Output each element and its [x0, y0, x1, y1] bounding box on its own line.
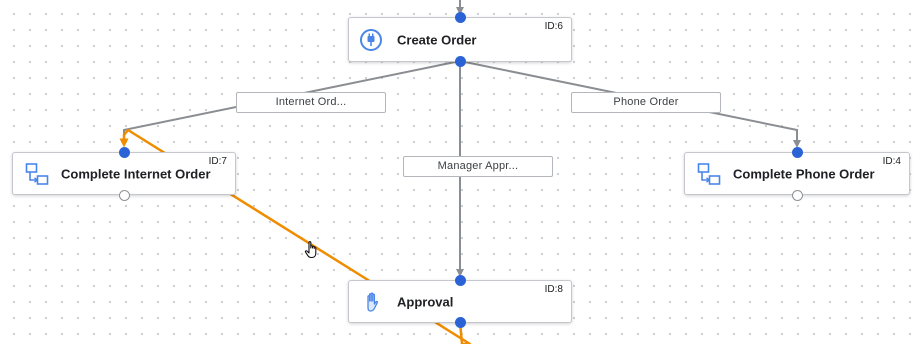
node-title: Create Order [397, 32, 477, 47]
hand-pointer-icon [304, 241, 317, 259]
workflow-canvas[interactable]: Internet Ord... Phone Order Manager Appr… [0, 0, 914, 344]
node-id: ID:7 [208, 156, 227, 167]
node-complete-phone-order[interactable]: Complete Phone Order ID:4 [684, 152, 910, 195]
node-id: ID:8 [544, 284, 563, 295]
output-port-approval[interactable] [455, 317, 466, 328]
input-port-create-order[interactable] [455, 12, 466, 23]
node-title: Complete Phone Order [733, 166, 875, 181]
output-port-create-order[interactable] [455, 56, 466, 67]
node-complete-internet-order[interactable]: Complete Internet Order ID:7 [12, 152, 236, 195]
edge-label-internet-order[interactable]: Internet Ord... [236, 92, 386, 113]
hand-icon [367, 291, 379, 312]
input-port-complete-phone-order[interactable] [792, 147, 803, 158]
plug-icon [360, 28, 382, 51]
output-port-complete-phone-order[interactable] [792, 190, 803, 201]
output-port-complete-internet-order[interactable] [119, 190, 130, 201]
node-id: ID:6 [544, 21, 563, 32]
edge-label-phone-order[interactable]: Phone Order [571, 92, 721, 113]
node-title: Approval [397, 294, 454, 309]
node-id: ID:4 [882, 156, 901, 167]
subprocess-icon [25, 162, 49, 185]
node-title: Complete Internet Order [61, 166, 211, 181]
edge-label-manager-approval[interactable]: Manager Appr... [403, 156, 553, 177]
subprocess-icon [697, 162, 721, 185]
input-port-approval[interactable] [455, 275, 466, 286]
input-port-complete-internet-order[interactable] [119, 147, 130, 158]
